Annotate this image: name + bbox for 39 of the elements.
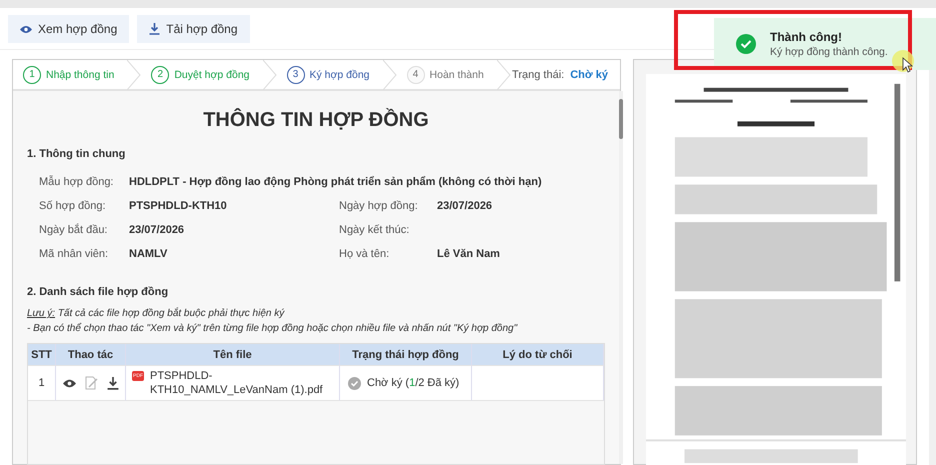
field-label: Mã nhân viên: bbox=[39, 248, 110, 260]
field-value: PTSPHDLD-KTH10 bbox=[129, 200, 227, 212]
hint-text: - Bạn có thể chọn thao tác "Xem và ký" trên từng file hợp đồng hoặc chọn nhiều file và nhấn nút "Ký hợp đồng" bbox=[27, 323, 518, 334]
view-icon[interactable] bbox=[62, 378, 76, 388]
field-value: NAMLV bbox=[129, 248, 168, 260]
table-cell: 1 bbox=[28, 366, 56, 401]
check-circle-icon bbox=[348, 376, 361, 390]
field-label: Họ và tên: bbox=[339, 248, 390, 260]
field-label: Ngày bắt đầu: bbox=[39, 224, 108, 236]
field-value: HDLDPLT - Hợp đồng lao động Phòng phát triển sản phẩm (không có thời hạn) bbox=[129, 176, 542, 188]
step-tab[interactable]: 3 Ký hợp đồng bbox=[276, 60, 397, 89]
toast-message: Ký hợp đồng thành công. bbox=[770, 46, 889, 58]
step-tab[interactable]: 1 Nhập thông tin bbox=[13, 60, 142, 89]
field-label: Ngày hợp đồng: bbox=[339, 200, 419, 212]
section-heading: 2. Danh sách file hợp đồng bbox=[27, 286, 170, 298]
field-label: Ngày kết thúc: bbox=[339, 224, 410, 236]
status-value: Chờ ký bbox=[570, 68, 608, 80]
success-check-icon bbox=[736, 34, 756, 54]
field-value: Lê Văn Nam bbox=[437, 248, 500, 260]
toast-title: Thành công! bbox=[770, 30, 843, 44]
scrollbar-thumb[interactable] bbox=[619, 99, 623, 139]
field-value: 23/07/2026 bbox=[129, 224, 184, 236]
field-label: Mẫu hợp đồng: bbox=[39, 176, 114, 188]
view-button[interactable]: Xem hợp đồng bbox=[8, 15, 130, 43]
page-title: THÔNG TIN HỢP ĐỒNG bbox=[202, 109, 430, 132]
section-heading: 1. Thông tin chung bbox=[27, 148, 126, 160]
field-value: 23/07/2026 bbox=[437, 200, 492, 212]
eye-icon bbox=[20, 24, 32, 34]
status-text: Chờ ký (1/2 Đã ký) bbox=[367, 377, 460, 389]
note-text: Tất cả các file hợp đồng bắt buộc phải thực hiện ký bbox=[58, 308, 284, 319]
step-tab[interactable]: 4 Hoàn thành bbox=[396, 60, 511, 89]
download-icon bbox=[149, 23, 160, 35]
file-link[interactable]: PTSPHDLD-KTH10_NAMLV_LeVanNam (1).pdf bbox=[150, 369, 333, 397]
status-label: Trạng thái: bbox=[512, 68, 564, 80]
step-tab[interactable]: 2 Duyệt hợp đồng bbox=[141, 60, 276, 89]
note-label: Lưu ý: bbox=[27, 308, 56, 319]
download-button[interactable]: Tải hợp đồng bbox=[137, 15, 250, 43]
download-icon[interactable] bbox=[106, 376, 118, 390]
field-label: Số hợp đồng: bbox=[39, 200, 107, 212]
